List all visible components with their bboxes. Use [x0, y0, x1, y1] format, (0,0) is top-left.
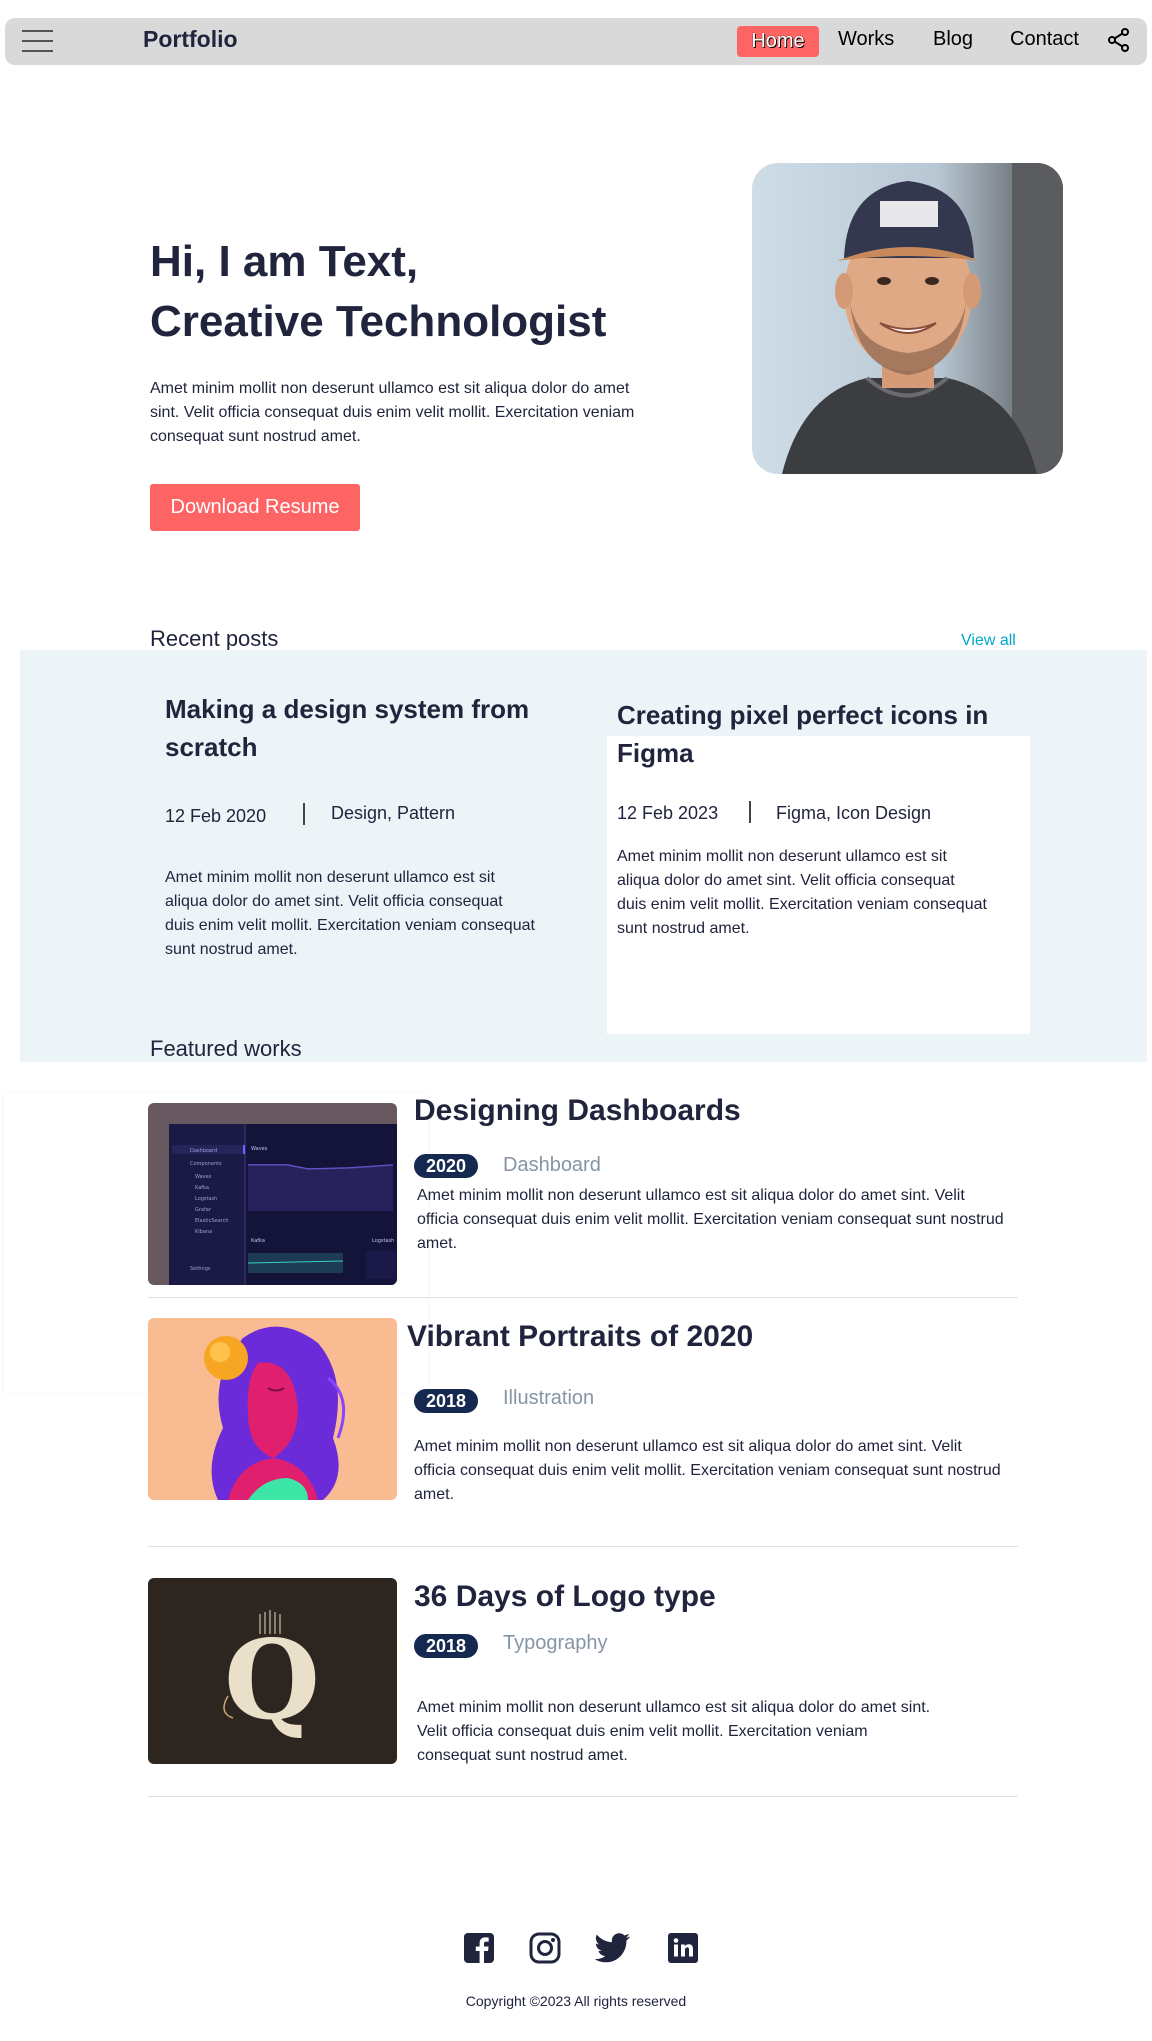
avatar-photo [752, 163, 1063, 474]
post-title[interactable]: Making a design system from scratch [165, 690, 565, 766]
post-date: 12 Feb 2023 [617, 803, 719, 823]
work-thumbnail-typography[interactable]: Q [148, 1578, 397, 1764]
work-category: Dashboard [503, 1154, 601, 1176]
thumb-menu-elasticsearch: ElasticSearch [195, 1218, 229, 1224]
hero-title-line2: Creative Technologist [150, 297, 607, 346]
nav-link-blog[interactable]: Blog [933, 28, 973, 51]
thumb-logo-glyph: Q [224, 1615, 320, 1744]
year-badge: 2018 [414, 1634, 479, 1658]
thumb-menu-dashboard: Dashboard [190, 1148, 217, 1154]
post-excerpt: Amet minim mollit non deserunt ullamco e… [165, 869, 535, 958]
nav-link-works[interactable]: Works [838, 28, 894, 51]
post-tags: Figma, Icon Design [776, 803, 932, 823]
post-tags: Design, Pattern [331, 803, 456, 823]
work-category: Illustration [503, 1387, 595, 1409]
brand-logo[interactable]: Portfolio [143, 26, 238, 53]
thumb-menu-components: Components [190, 1161, 222, 1167]
view-all-link[interactable]: View all [961, 632, 1016, 650]
work-description: Amet minim mollit non deserunt ullamco e… [417, 1699, 931, 1764]
post-meta-divider [303, 803, 305, 825]
post-meta-divider [749, 801, 751, 823]
recent-posts-heading: Recent posts [150, 626, 279, 651]
work-divider [148, 1546, 1018, 1547]
post-excerpt: Amet minim mollit non deserunt ullamco e… [617, 848, 987, 937]
instagram-icon[interactable] [529, 1932, 561, 1964]
linkedin-icon[interactable] [667, 1932, 699, 1964]
thumb-panel-logstash: Logstash [372, 1238, 394, 1244]
facebook-icon[interactable] [463, 1932, 495, 1964]
work-thumbnail-portrait[interactable] [148, 1318, 397, 1500]
work-description: Amet minim mollit non deserunt ullamco e… [414, 1438, 1001, 1503]
download-resume-button[interactable]: Download Resume [150, 484, 360, 531]
work-title[interactable]: Vibrant Portraits of 2020 [407, 1320, 753, 1354]
thumb-menu-waves: Waves [195, 1174, 212, 1180]
work-thumbnail-dashboard[interactable]: Dashboard Components Waves Kafka Logstas… [148, 1103, 397, 1285]
copyright-text: Copyright ©2023 All rights reserved [465, 1993, 687, 2009]
thumb-menu-logstash: Logstash [195, 1196, 217, 1202]
hamburger-icon[interactable] [22, 30, 53, 52]
post-date: 12 Feb 2020 [165, 806, 267, 826]
thumb-panel-kafka: Kafka [251, 1238, 265, 1244]
thumb-menu-kibana: Kibana [195, 1229, 212, 1235]
work-category: Typography [503, 1632, 608, 1654]
year-badge: 2020 [414, 1154, 479, 1178]
work-divider [148, 1297, 1018, 1298]
featured-works-heading: Featured works [150, 1036, 302, 1061]
twitter-icon[interactable] [595, 1932, 631, 1964]
nav-link-contact[interactable]: Contact [1010, 28, 1079, 51]
nav-link-home[interactable]: Home [737, 26, 819, 57]
post-title[interactable]: Creating pixel perfect icons in Figma [617, 696, 1017, 772]
share-icon[interactable] [1108, 28, 1130, 52]
thumb-menu-kafka: Kafka [195, 1185, 209, 1191]
thumb-panel-waves: Waves [251, 1146, 268, 1152]
thumb-menu-settings: Settings [190, 1266, 211, 1272]
hero-title-line1: Hi, I am Text, [150, 237, 419, 286]
hero-description: Amet minim mollit non deserunt ullamco e… [150, 380, 635, 445]
work-divider [148, 1796, 1018, 1797]
thumb-menu-grafar: Grafar [195, 1207, 212, 1213]
hero-title: Hi, I am Text, Creative Technologist [150, 232, 710, 352]
work-title[interactable]: Designing Dashboards [414, 1094, 741, 1128]
year-badge: 2018 [414, 1389, 479, 1413]
work-title[interactable]: 36 Days of Logo type [414, 1580, 716, 1614]
work-description: Amet minim mollit non deserunt ullamco e… [417, 1187, 1004, 1252]
